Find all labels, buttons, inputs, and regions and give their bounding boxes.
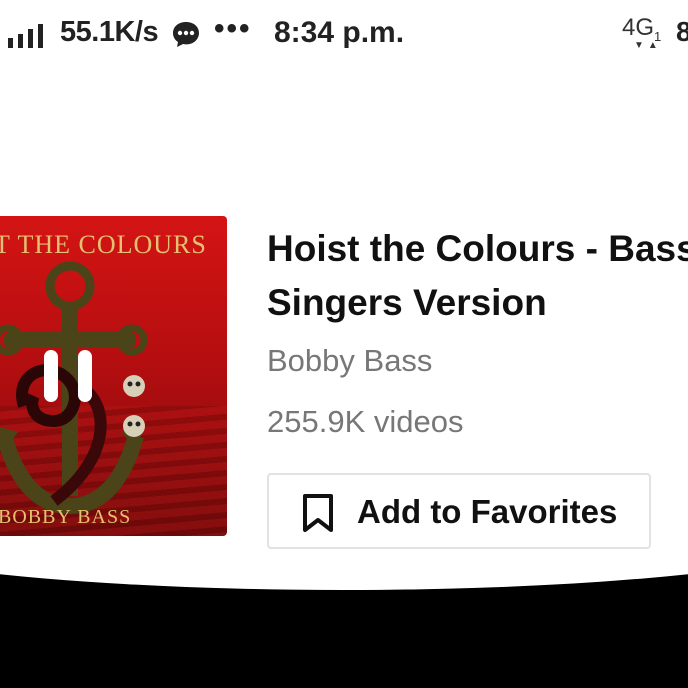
screen: 55.1K/s ••• 8:34 p.m. 4G1 ▼▲ 8 T THE COL… [0,0,688,688]
chat-bubble-icon [173,22,199,47]
status-bar: 55.1K/s ••• 8:34 p.m. 4G1 ▼▲ 8 [0,0,688,70]
pause-icon[interactable] [42,348,98,404]
more-notifications-icon: ••• [214,12,252,45]
add-to-favorites-button[interactable]: Add to Favorites [267,473,651,549]
cover-title-art: T THE COLOURS [0,230,207,259]
data-arrows-icon: ▼▲ [634,40,662,51]
anchor-artwork [0,261,148,515]
battery-level: 8 [676,16,688,47]
network-speed: 55.1K/s [60,16,159,48]
add-to-favorites-label: Add to Favorites [357,493,618,530]
clock: 8:34 p.m. [274,16,405,49]
video-count: 255.9K videos [267,404,464,439]
album-cover[interactable]: T THE COLOURS BOBBY BASS [0,216,227,536]
network-type: 4G [622,14,655,41]
song-title: Hoist the Colours - Bass Singers Version [267,228,688,323]
signal-icon [8,24,43,48]
bookmark-icon [303,494,333,532]
cover-artist-art: BOBBY BASS [0,506,132,528]
artist-name[interactable]: Bobby Bass [267,343,432,379]
